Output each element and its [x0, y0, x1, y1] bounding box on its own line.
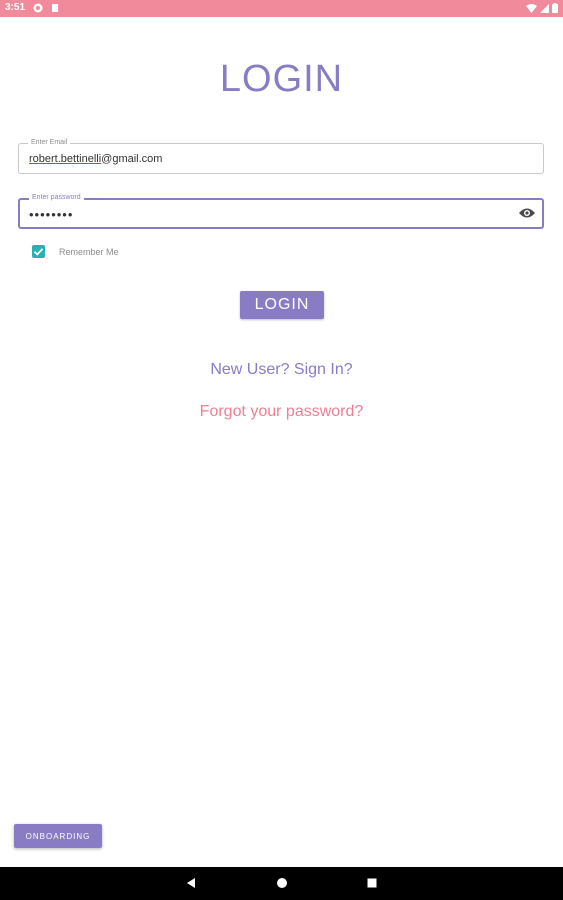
- page-title: LOGIN: [219, 58, 344, 100]
- navigation-bar: [0, 867, 563, 900]
- eye-icon[interactable]: [519, 207, 535, 219]
- remember-me-label: Remember Me: [59, 247, 119, 257]
- email-misspelled-part: robert.bettinelli: [29, 153, 102, 165]
- home-icon[interactable]: [275, 876, 289, 890]
- new-user-signin-link[interactable]: New User? Sign In?: [0, 361, 563, 379]
- status-time: 3:51: [5, 2, 26, 13]
- back-icon[interactable]: [184, 876, 198, 890]
- password-field-value[interactable]: ••••••••: [29, 207, 73, 222]
- password-field-label: Enter password: [29, 193, 84, 203]
- login-button[interactable]: LOGIN: [240, 291, 324, 319]
- email-rest-part: @gmail.com: [101, 153, 163, 165]
- email-field[interactable]: Enter Email robert.bettinelli@gmail.com: [18, 138, 544, 174]
- onboarding-button[interactable]: ONBOARDING: [14, 824, 102, 848]
- forgot-password-link[interactable]: Forgot your password?: [0, 403, 563, 421]
- check-icon: [33, 248, 44, 256]
- status-icons: [526, 3, 558, 13]
- wifi-icon: [526, 3, 537, 13]
- email-field-label: Enter Email: [28, 138, 71, 148]
- recents-icon[interactable]: [365, 876, 379, 890]
- app-notification-icon: [33, 3, 43, 13]
- email-field-value[interactable]: robert.bettinelli@gmail.com: [29, 153, 162, 165]
- sd-card-icon: [52, 4, 58, 12]
- status-bar: 3:51: [0, 0, 563, 17]
- remember-me-checkbox[interactable]: [32, 245, 45, 258]
- signal-icon: [540, 3, 549, 13]
- battery-icon: [552, 3, 558, 13]
- password-field[interactable]: Enter password ••••••••: [18, 193, 544, 229]
